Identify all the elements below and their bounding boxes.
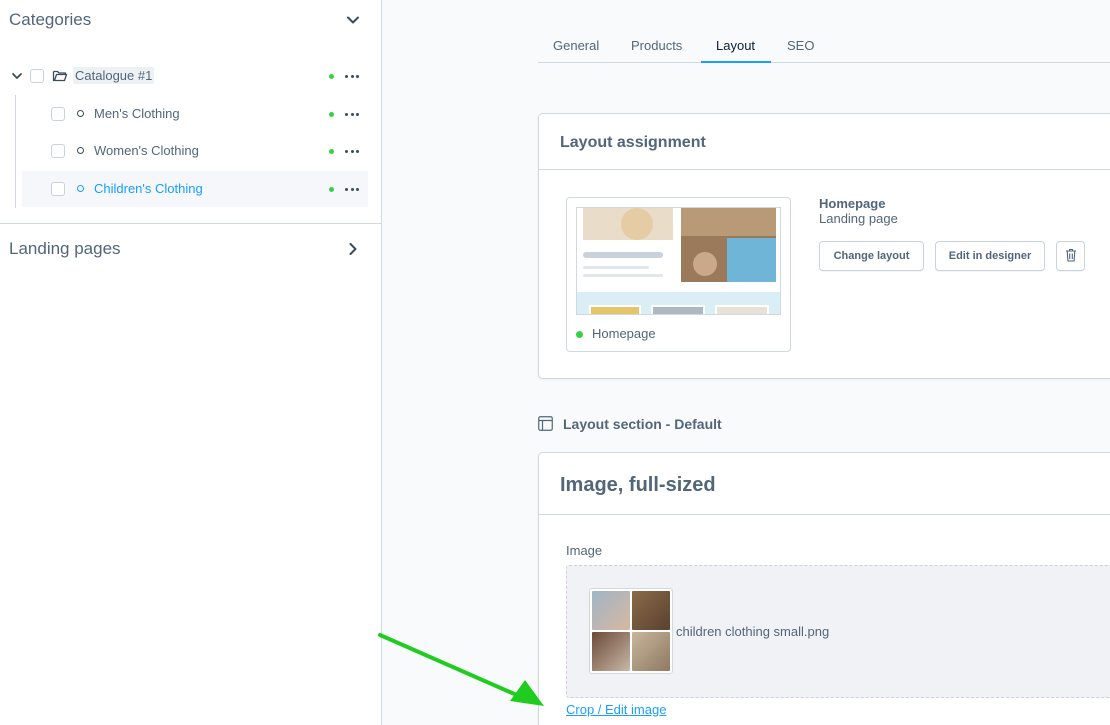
more-options-icon[interactable] (345, 144, 359, 158)
chevron-right-icon[interactable] (345, 241, 361, 257)
tree-item-catalogue[interactable]: Catalogue #1 (0, 58, 381, 94)
active-status-dot (329, 112, 334, 117)
categories-header[interactable]: Categories (0, 0, 381, 40)
category-ring-icon (77, 147, 84, 154)
layout-preview-label: Homepage (592, 326, 656, 341)
image-dropzone[interactable]: children clothing small.png (566, 565, 1110, 698)
image-thumbnail (589, 588, 673, 674)
chevron-down-icon[interactable] (345, 12, 361, 28)
sidebar-divider (0, 223, 381, 224)
landing-pages-title: Landing pages (9, 239, 121, 258)
folder-open-icon (52, 69, 68, 86)
tree-checkbox[interactable] (51, 182, 65, 196)
layout-section-title: Layout section - Default (563, 416, 722, 432)
chevron-down-icon[interactable] (11, 70, 23, 85)
active-status-dot (329, 187, 334, 192)
layout-name: Homepage (819, 196, 886, 211)
layout-preview-card[interactable]: Homepage (566, 197, 791, 352)
tab-layout[interactable]: Layout (700, 28, 772, 63)
tree-item-label: Children's Clothing (94, 181, 203, 196)
category-ring-icon (77, 110, 84, 117)
layout-type: Landing page (819, 211, 898, 226)
tree-checkbox[interactable] (30, 69, 44, 83)
tree-item-label: Catalogue #1 (73, 67, 155, 84)
image-full-sized-card: Image, full-sized Image children clothin… (538, 452, 1110, 725)
categories-title: Categories (9, 10, 92, 29)
sidebar: Categories Catalogue #1 Men's Clothing W… (0, 0, 382, 725)
image-file-name: children clothing small.png (676, 624, 830, 639)
tree-item-label: Women's Clothing (94, 143, 199, 158)
tab-bar: General Products Layout SEO (538, 28, 1110, 63)
active-status-dot (576, 331, 583, 338)
more-options-icon[interactable] (345, 182, 359, 196)
change-layout-button[interactable]: Change layout (819, 241, 924, 271)
layout-preview-thumbnail (576, 207, 781, 315)
tree-checkbox[interactable] (51, 144, 65, 158)
card-divider (539, 169, 1110, 170)
active-status-dot (329, 74, 334, 79)
tree-item-childrens-clothing[interactable]: Children's Clothing (0, 171, 381, 207)
annotation-arrow-icon (378, 633, 544, 706)
layout-assignment-card: Layout assignment Homepage Homepage Land… (538, 113, 1110, 379)
landing-pages-header[interactable]: Landing pages (0, 229, 381, 269)
delete-layout-button[interactable] (1056, 241, 1085, 271)
tree-item-label: Men's Clothing (94, 106, 180, 121)
tab-products[interactable]: Products (631, 28, 682, 62)
image-field-label: Image (566, 543, 603, 558)
tree-checkbox[interactable] (51, 107, 65, 121)
tab-seo[interactable]: SEO (787, 28, 814, 62)
card-divider (539, 514, 1110, 515)
card-title: Image, full-sized (560, 474, 716, 496)
layout-section-icon (538, 416, 553, 436)
more-options-icon[interactable] (345, 107, 359, 121)
trash-icon (1065, 248, 1077, 265)
crop-edit-image-link[interactable]: Crop / Edit image (566, 702, 666, 717)
tab-general[interactable]: General (553, 28, 599, 62)
edit-in-designer-button[interactable]: Edit in designer (935, 241, 1045, 271)
card-title: Layout assignment (560, 134, 706, 151)
more-options-icon[interactable] (345, 69, 359, 83)
tree-item-womens-clothing[interactable]: Women's Clothing (0, 133, 381, 169)
tree-item-mens-clothing[interactable]: Men's Clothing (0, 96, 381, 132)
category-ring-icon (77, 185, 84, 192)
active-status-dot (329, 149, 334, 154)
